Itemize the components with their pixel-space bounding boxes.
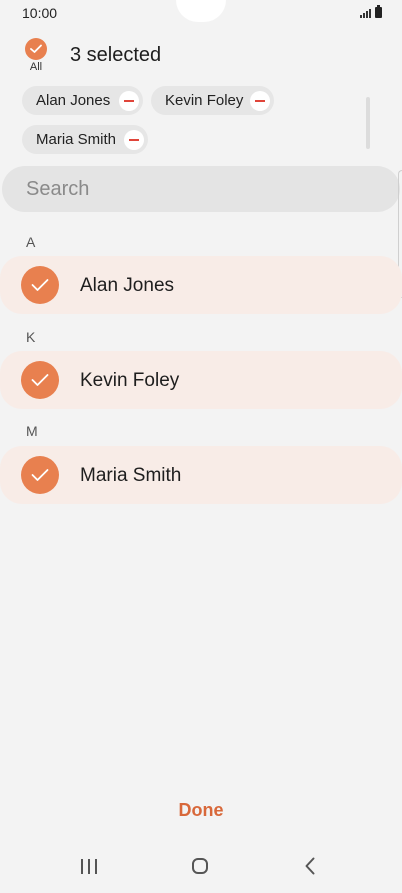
contact-name: Kevin Foley xyxy=(80,370,180,391)
minus-icon xyxy=(124,99,134,102)
check-icon xyxy=(31,374,49,386)
section-header-k: K xyxy=(26,329,36,345)
check-icon xyxy=(31,279,49,291)
remove-chip-button[interactable] xyxy=(250,90,270,111)
contact-checkbox[interactable] xyxy=(21,361,59,399)
contact-name: Maria Smith xyxy=(80,465,182,486)
status-icons xyxy=(360,5,382,18)
select-all-label: All xyxy=(29,61,43,73)
contact-name: Alan Jones xyxy=(80,275,175,296)
check-icon xyxy=(25,38,47,60)
chip-label: Alan Jones xyxy=(36,92,111,109)
section-header-a: A xyxy=(26,234,36,250)
contact-checkbox[interactable] xyxy=(21,266,59,304)
chips-scrollbar[interactable] xyxy=(366,97,370,149)
contact-row-kevin-foley[interactable]: Kevin Foley xyxy=(0,351,402,409)
remove-chip-button[interactable] xyxy=(124,129,144,150)
recents-icon[interactable] xyxy=(81,859,97,874)
selected-count: 3 selected xyxy=(70,44,162,66)
status-bar: 10:00 xyxy=(0,0,402,26)
status-time: 10:00 xyxy=(22,5,58,21)
selection-header: All 3 selected xyxy=(0,38,402,78)
battery-icon xyxy=(375,5,382,18)
contact-row-alan-jones[interactable]: Alan Jones xyxy=(0,256,402,314)
contact-checkbox[interactable] xyxy=(21,456,59,494)
chip-label: Maria Smith xyxy=(36,131,117,148)
contact-row-maria-smith[interactable]: Maria Smith xyxy=(0,446,402,504)
camera-notch xyxy=(176,0,226,22)
section-header-m: M xyxy=(26,423,38,439)
search-input[interactable]: Search xyxy=(2,166,400,212)
select-all-toggle[interactable]: All xyxy=(24,38,48,73)
check-icon xyxy=(31,469,49,481)
chip-maria-smith: Maria Smith xyxy=(22,125,148,154)
back-icon[interactable] xyxy=(305,857,315,880)
search-placeholder: Search xyxy=(26,177,90,200)
done-button[interactable]: Done xyxy=(0,800,402,821)
chip-alan-jones: Alan Jones xyxy=(22,86,143,115)
navigation-bar xyxy=(0,845,402,893)
minus-icon xyxy=(129,138,139,141)
signal-icon xyxy=(360,9,371,18)
minus-icon xyxy=(255,99,265,102)
chip-label: Kevin Foley xyxy=(165,92,244,109)
chip-kevin-foley: Kevin Foley xyxy=(151,86,274,115)
home-icon[interactable] xyxy=(192,858,208,874)
remove-chip-button[interactable] xyxy=(119,90,139,111)
